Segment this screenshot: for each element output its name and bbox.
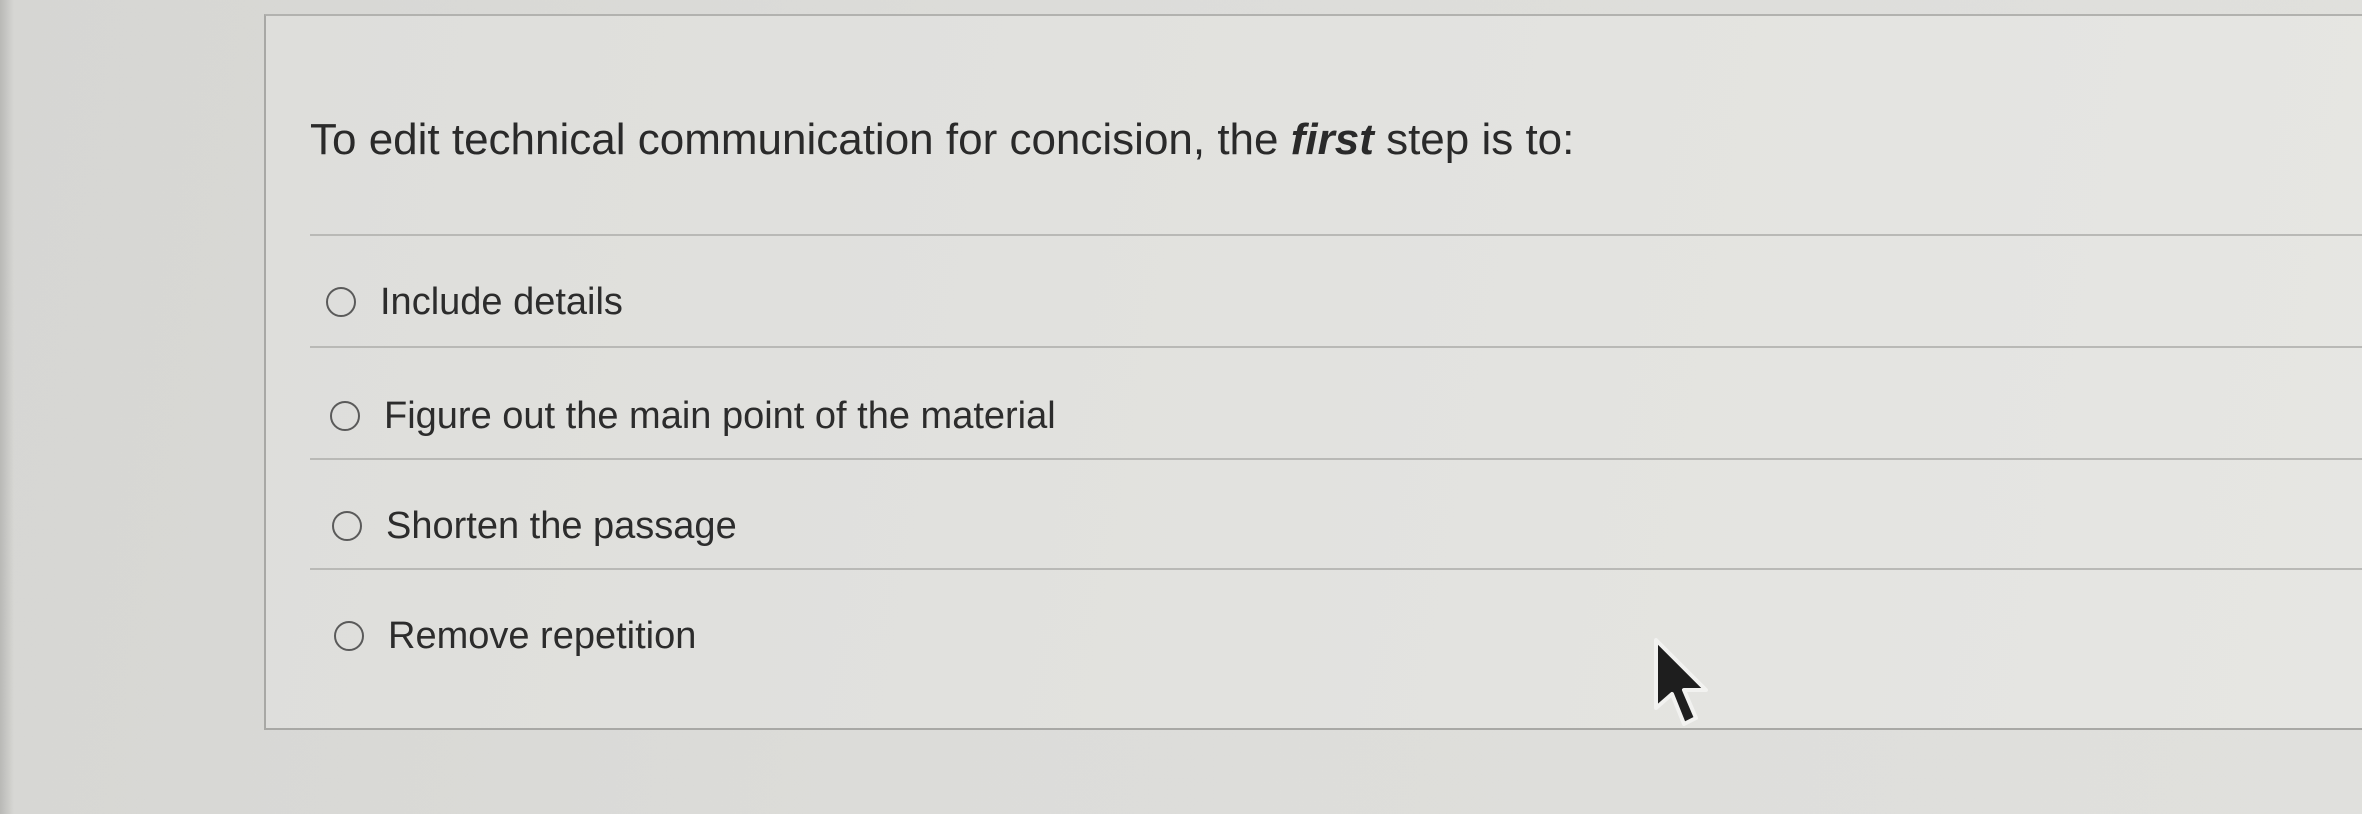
question-suffix: step is to: [1373,115,1575,164]
divider [310,346,2362,348]
answer-option-main-point[interactable]: Figure out the main point of the materia… [330,386,1056,446]
page-edge-shadow [0,0,14,814]
radio-unchecked-icon[interactable] [330,401,360,431]
question-card: To edit technical communication for conc… [264,14,2362,730]
answer-option-shorten-passage[interactable]: Shorten the passage [332,496,737,556]
option-label: Include details [380,280,623,323]
question-emphasis: first [1290,115,1374,164]
question-prefix: To edit technical communication for conc… [310,115,1291,164]
option-label: Remove repetition [388,614,697,657]
divider [310,234,2362,236]
option-label: Figure out the main point of the materia… [384,394,1056,437]
option-label: Shorten the passage [386,504,737,547]
divider [310,568,2362,570]
radio-unchecked-icon[interactable] [326,287,356,317]
divider [310,458,2362,460]
mouse-pointer-icon [1654,638,1708,726]
radio-unchecked-icon[interactable] [334,621,364,651]
answer-option-include-details[interactable]: Include details [326,272,623,332]
radio-unchecked-icon[interactable] [332,511,362,541]
answer-option-remove-repetition[interactable]: Remove repetition [334,606,696,666]
question-prompt: To edit technical communication for conc… [310,112,1574,168]
